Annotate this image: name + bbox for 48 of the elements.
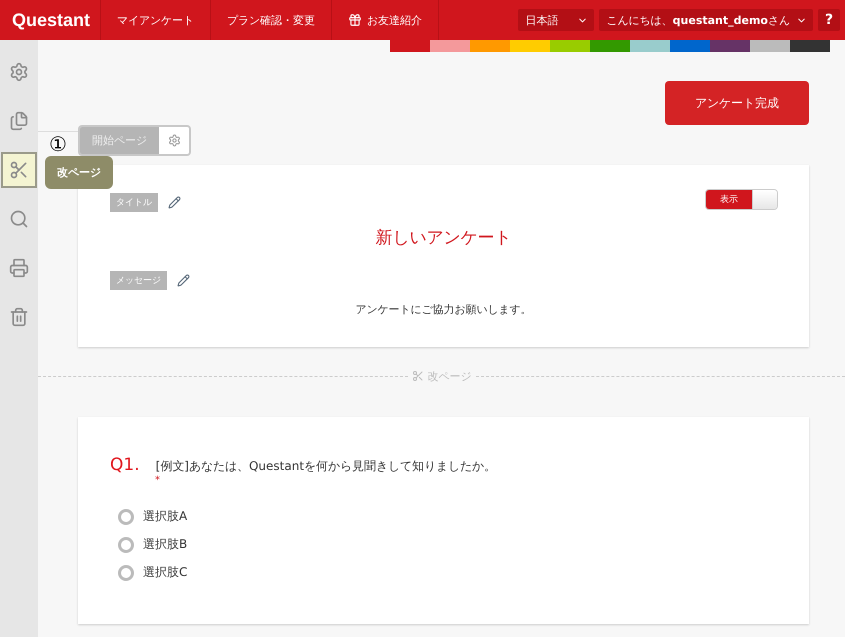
survey-message: アンケートにご協力お願いします。 (354, 302, 532, 317)
survey-title: 新しいアンケート (374, 227, 512, 249)
search-icon (9, 209, 29, 229)
color-swatch[interactable] (590, 40, 630, 52)
page-break-label: 改ページ (428, 368, 472, 384)
user-menu[interactable]: こんにちは、questant_demoさん (598, 9, 813, 31)
nav-link[interactable]: マイアンケート (100, 0, 210, 40)
files-icon (9, 111, 29, 131)
display-toggle[interactable]: 表示 (705, 189, 778, 210)
color-swatch[interactable] (710, 40, 750, 52)
required-mark: * (155, 475, 161, 486)
radio-option[interactable]: 選択肢B (118, 536, 777, 553)
complete-button[interactable]: アンケート完成 (665, 81, 809, 125)
title-label: タイトル (110, 193, 158, 212)
radio-option[interactable]: 選択肢A (118, 508, 777, 525)
option-label: 選択肢C (143, 564, 188, 581)
color-swatch[interactable] (670, 40, 710, 52)
option-label: 選択肢B (143, 536, 188, 553)
scissors-icon (9, 160, 29, 180)
color-swatch[interactable] (550, 40, 590, 52)
color-swatch[interactable] (470, 40, 510, 52)
pencil-icon[interactable] (177, 274, 190, 287)
settings-icon (9, 62, 29, 82)
nav-link[interactable]: プラン確認・変更 (210, 0, 331, 40)
color-swatch[interactable] (430, 40, 470, 52)
radio-option[interactable]: 選択肢C (118, 564, 777, 581)
color-swatch[interactable] (510, 40, 550, 52)
logo[interactable]: Questant (0, 0, 100, 40)
color-swatch[interactable] (390, 40, 430, 52)
trash-icon (9, 307, 29, 327)
gift-icon (348, 13, 362, 27)
color-swatch[interactable] (630, 40, 670, 52)
color-swatch[interactable] (750, 40, 790, 52)
language-dropdown[interactable]: 日本語 (518, 9, 594, 31)
scissors-icon (412, 370, 424, 382)
question-text: [例文]あなたは、Questantを何から見聞きして知りましたか。 (156, 458, 496, 475)
printer-icon (9, 258, 29, 278)
settings-icon (168, 134, 180, 147)
radio-button[interactable] (118, 508, 134, 524)
color-swatch[interactable] (790, 40, 830, 52)
message-label: メッセージ (110, 271, 167, 290)
pencil-icon[interactable] (168, 196, 181, 209)
question-number: Q1. (110, 455, 140, 475)
tooltip: 改ページ (45, 156, 113, 189)
radio-button[interactable] (118, 564, 134, 580)
help-button[interactable]: ? (818, 9, 840, 31)
option-label: 選択肢A (143, 508, 188, 525)
radio-button[interactable] (118, 536, 134, 552)
